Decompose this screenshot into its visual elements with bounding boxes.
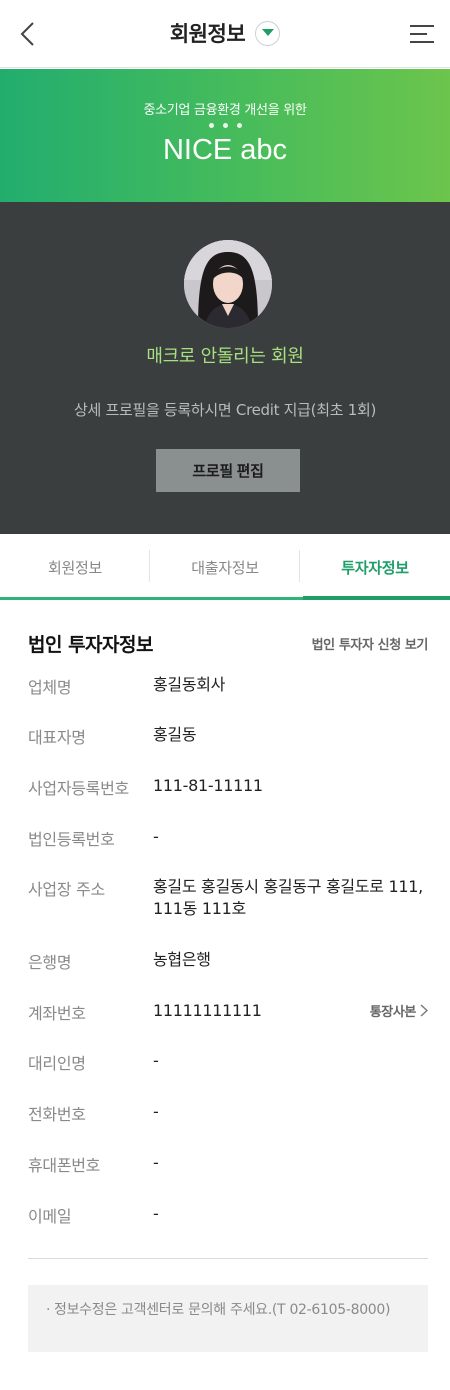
row-value: 111-81-11111 [153,776,263,795]
row-value: - [153,827,159,846]
banner-pagination-dots [0,123,450,128]
title-dropdown-toggle[interactable] [255,20,281,46]
row-value: 홍길동 [153,725,197,744]
menu-button[interactable] [402,14,442,54]
row-label: 휴대폰번호 [28,1156,101,1175]
row-value: 농협은행 [153,950,211,969]
profile-description: 상세 프로필을 등록하시면 Credit 지급(최초 1회) [74,401,376,419]
edit-profile-button[interactable]: 프로필 편집 [156,449,300,492]
avatar [184,240,272,328]
caret-down-icon [261,29,274,36]
profile-section: 매크로 안돌리는 회원 상세 프로필을 등록하시면 Credit 지급(최초 1… [0,202,450,534]
row-label: 대리인명 [28,1054,86,1073]
row-label: 사업장 주소 [28,880,105,899]
banner-title: NICE abc [162,134,288,166]
row-label: 이메일 [28,1207,72,1226]
banner-dot[interactable] [236,123,242,128]
notice-bullet: · [46,1302,51,1318]
tab-label: 대출자정보 [191,558,259,577]
bankbook-copy-link[interactable]: 통장사본 [370,1001,428,1020]
avatar-image [184,240,272,328]
title-area: 회원정보 [0,18,450,48]
tab-label: 회원정보 [47,558,102,577]
contact-notice: · 정보수정은 고객센터로 문의해 주세요.(T 02-6105-8000) [28,1285,428,1352]
tab-investor-info[interactable]: 투자자정보 [300,534,450,600]
section-title: 법인 투자자정보 [28,634,153,656]
view-corporate-application-link[interactable]: 법인 투자자 신청 보기 [312,634,429,653]
row-value: 홍길도 홍길동시 홍길동구 홍길도로 111, 111동 111호 [153,877,423,918]
tab-bar: 회원정보 대출자정보 투자자정보 [0,534,450,600]
tab-label: 투자자정보 [341,558,409,577]
banner-dot[interactable] [208,123,214,128]
row-value: - [153,1051,159,1070]
tab-borrower-info[interactable]: 대출자정보 [150,534,300,600]
section-divider [28,1258,428,1259]
row-label: 계좌번호 [28,1004,86,1023]
row-value: 홍길동회사 [153,675,226,694]
bankbook-copy-label: 통장사본 [369,1005,417,1020]
promo-banner: 중소기업 금융환경 개선을 위한 NICE abc [0,69,450,202]
tab-active-indicator [303,596,450,600]
top-header: 회원정보 [0,0,450,68]
tab-member-info[interactable]: 회원정보 [0,534,150,600]
banner-subtitle: 중소기업 금융환경 개선을 위한 [143,103,307,118]
row-label: 법인등록번호 [28,830,115,849]
row-label: 업체명 [28,678,72,697]
member-nickname: 매크로 안돌리는 회원 [146,346,304,367]
hamburger-menu-icon [410,25,434,43]
row-label: 대표자명 [28,728,86,747]
notice-text: 정보수정은 고객센터로 문의해 주세요.(T 02-6105-8000) [54,1302,391,1318]
row-value: - [153,1153,159,1172]
row-label: 은행명 [28,953,72,972]
chevron-right-icon [420,1004,428,1017]
row-value: - [153,1102,159,1121]
row-label: 전화번호 [28,1105,86,1124]
page-title: 회원정보 [169,22,246,46]
banner-dot[interactable] [222,123,228,128]
row-label: 사업자등록번호 [28,779,129,798]
row-value: - [153,1204,159,1223]
